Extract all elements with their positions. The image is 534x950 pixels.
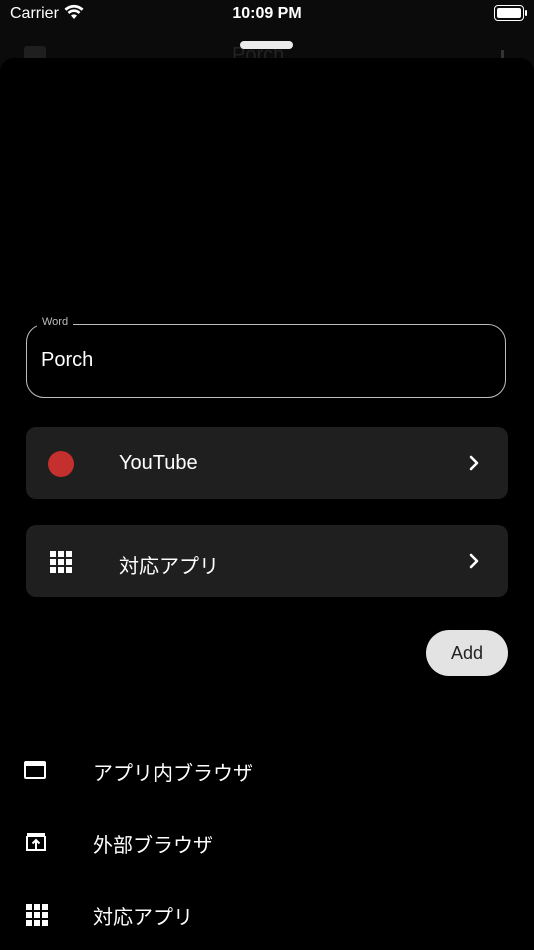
status-bar: Carrier 10:09 PM: [0, 0, 534, 30]
word-field-label: Word: [37, 316, 74, 328]
grid-icon: [24, 902, 48, 926]
chevron-right-icon: [469, 553, 479, 569]
sheet-grabber[interactable]: [240, 41, 293, 49]
menu-item-external-browser[interactable]: 外部ブラウザ: [0, 812, 534, 872]
app-select-label: YouTube: [119, 452, 198, 474]
menu-item-label: アプリ内ブラウザ: [93, 763, 253, 785]
menu-item-supported-apps[interactable]: 対応アプリ: [0, 884, 534, 944]
add-button[interactable]: Add: [426, 630, 508, 676]
grid-icon: [48, 549, 74, 575]
clock: 10:09 PM: [232, 5, 302, 22]
chevron-right-icon: [469, 455, 479, 471]
menu-item-label: 外部ブラウザ: [93, 835, 213, 857]
word-field[interactable]: Word Porch: [26, 316, 506, 398]
in-app-browser-icon: [24, 758, 48, 782]
supported-apps-row[interactable]: 対応アプリ: [26, 525, 508, 597]
supported-apps-label: 対応アプリ: [119, 556, 219, 578]
record-dot-icon: [48, 451, 74, 477]
word-field-value[interactable]: Porch: [41, 349, 93, 372]
app-select-row[interactable]: YouTube: [26, 427, 508, 499]
menu-item-label: 対応アプリ: [93, 907, 193, 929]
battery-icon: [494, 5, 527, 21]
menu-item-in-app-browser[interactable]: アプリ内ブラウザ: [0, 740, 534, 800]
external-browser-icon: [26, 833, 46, 851]
